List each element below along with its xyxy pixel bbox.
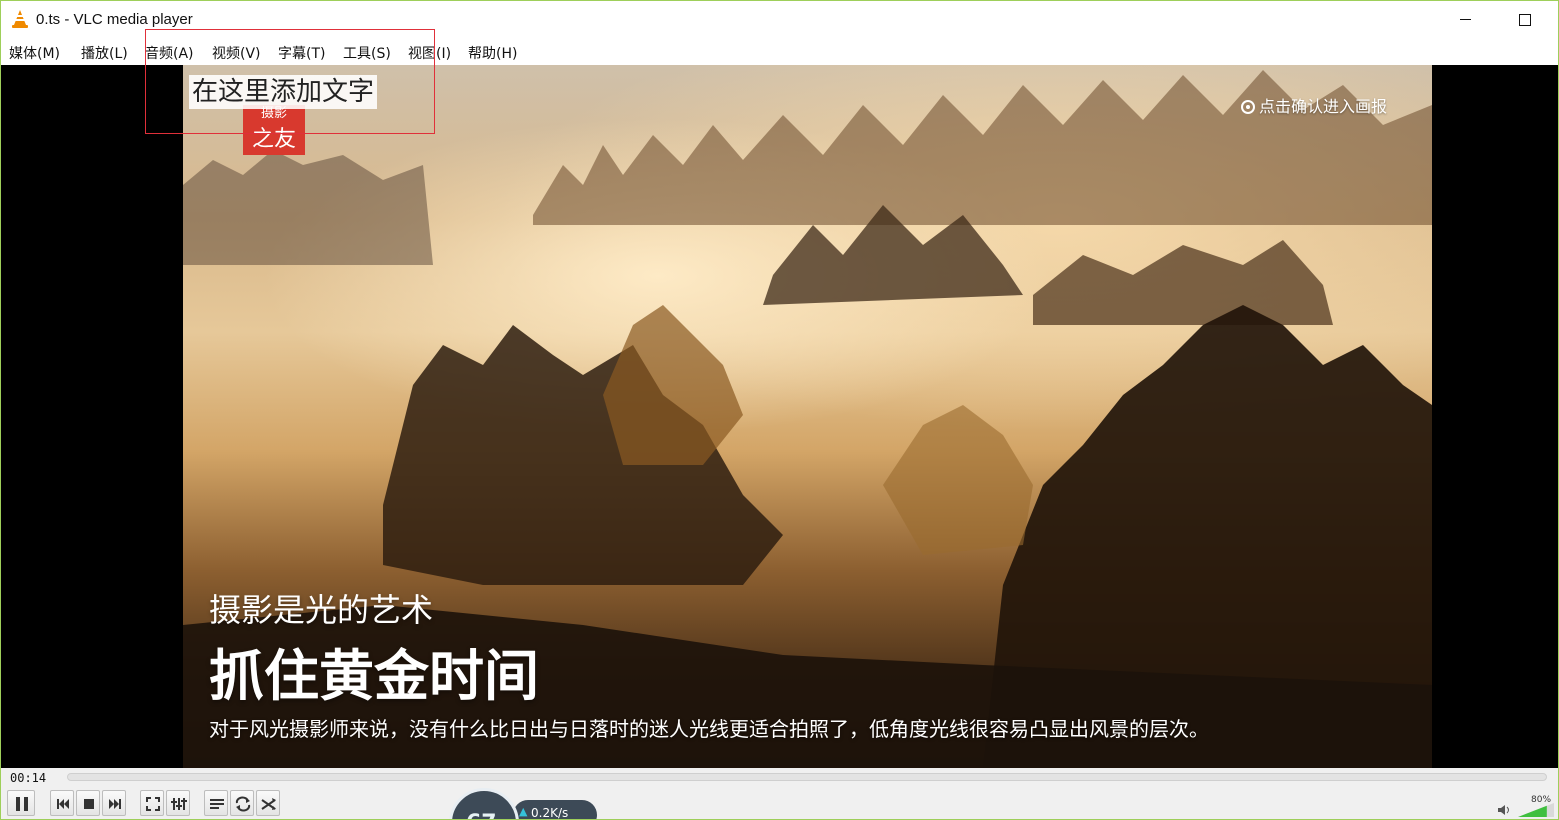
speaker-icon[interactable] (1497, 804, 1511, 816)
fullscreen-icon (146, 797, 160, 811)
seek-bar[interactable] (67, 773, 1547, 781)
network-speed-widget[interactable]: ▲ 0.2K/s 67 (449, 788, 599, 820)
network-usage-circle: 67 (449, 788, 519, 819)
fullscreen-button[interactable] (140, 790, 164, 816)
target-icon (1241, 100, 1255, 114)
volume-level (1518, 805, 1547, 817)
maximize-button[interactable] (1501, 1, 1547, 37)
stop-icon (84, 799, 94, 809)
shuffle-button[interactable] (256, 790, 280, 816)
elapsed-time: 00:14 (10, 771, 47, 785)
window-title: 0.ts - VLC media player (36, 11, 193, 28)
extended-settings-icon (171, 798, 187, 810)
upload-arrow-icon: ▲ (519, 805, 528, 818)
playlist-icon (210, 799, 224, 809)
report-link-label: 点击确认进入画报 (1259, 97, 1388, 116)
video-caption-title: 抓住黄金时间 (209, 643, 540, 708)
next-icon (109, 799, 121, 809)
volume-slider[interactable] (1518, 803, 1554, 817)
extended-settings-button[interactable] (166, 790, 190, 816)
video-caption-description: 对于风光摄影师来说，没有什么比日出与日落时的迷人光线更适合拍照了，低角度光线很容… (209, 717, 1209, 741)
video-frame[interactable]: 摄影 之友 点击确认进入画报 摄影是光的艺术 抓住黄金时间 对于风光摄影师来说，… (183, 65, 1432, 768)
menu-help[interactable]: 帮助(H) (468, 43, 517, 63)
loop-icon (235, 796, 251, 812)
menu-playback[interactable]: 播放(L) (81, 43, 128, 63)
shuffle-icon (261, 798, 276, 810)
next-button[interactable] (102, 790, 126, 816)
pause-button[interactable] (7, 790, 35, 816)
vlc-cone-icon (12, 10, 28, 28)
video-caption-subtitle: 摄影是光的艺术 (209, 591, 434, 629)
report-link[interactable]: 点击确认进入画报 (1241, 93, 1387, 117)
stop-button[interactable] (76, 790, 100, 816)
previous-icon (57, 799, 69, 809)
annotation-text[interactable]: 在这里添加文字 (189, 75, 378, 109)
playback-controls: 00:14 80% (1, 768, 1558, 819)
playlist-button[interactable] (204, 790, 228, 816)
network-speed: 0.2K/s (531, 806, 569, 820)
menu-media[interactable]: 媒体(M) (9, 43, 60, 63)
vlc-window: 0.ts - VLC media player 媒体(M) 播放(L) 音频(A… (0, 0, 1559, 820)
loop-button[interactable] (230, 790, 254, 816)
previous-button[interactable] (50, 790, 74, 816)
network-usage-value: 67 (466, 811, 497, 819)
pause-icon (16, 797, 28, 811)
video-display[interactable]: 摄影 之友 点击确认进入画报 摄影是光的艺术 抓住黄金时间 对于风光摄影师来说，… (1, 65, 1558, 768)
minimize-button[interactable] (1443, 1, 1489, 37)
